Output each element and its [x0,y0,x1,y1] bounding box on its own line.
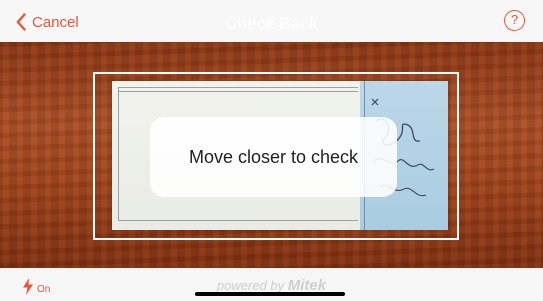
camera-preview: Move closer to check [0,42,543,268]
page-title: Check Back [225,14,318,33]
help-button[interactable]: ? [504,10,525,31]
question-circle-icon: ? [510,12,519,27]
bottom-bar: On powered by Mitek [0,268,543,301]
guidance-message: Move closer to check [188,146,359,167]
powered-by-prefix: powered by [216,278,285,293]
top-bar: Cancel Check Back ? [0,0,543,42]
home-indicator[interactable] [195,292,345,296]
guidance-toast: Move closer to check [150,117,397,197]
